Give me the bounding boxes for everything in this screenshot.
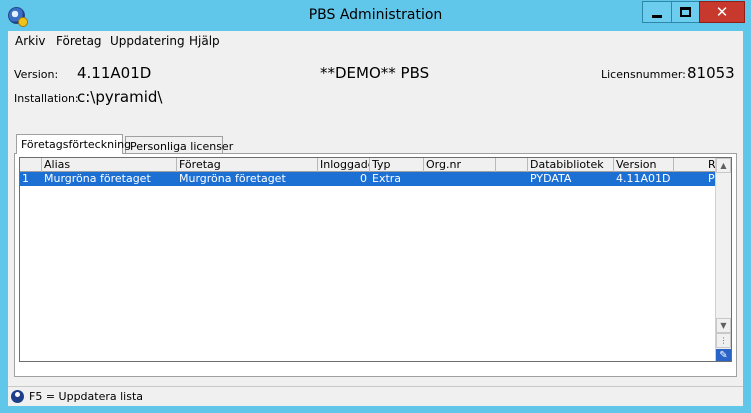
minimize-icon <box>652 14 662 18</box>
installation-label: Installation: <box>14 92 79 105</box>
maximize-icon <box>680 7 691 17</box>
installation-value: c:\pyramid\ <box>77 88 163 106</box>
company-grid: Alias Företag Inloggade Typ Org.nr Datab… <box>19 157 732 362</box>
tab-panel: Alias Företag Inloggade Typ Org.nr Datab… <box>14 153 737 377</box>
row-foretag: Murgröna företaget <box>179 172 286 185</box>
app-window: PBS Administration ✕ Arkiv Företag Uppda… <box>0 0 751 413</box>
column-header-foretag[interactable]: Företag <box>177 158 318 172</box>
row-version: 4.11A01D <box>616 172 671 185</box>
row-blank <box>496 172 528 186</box>
grid-header: Alias Företag Inloggade Typ Org.nr Datab… <box>20 158 731 172</box>
close-icon: ✕ <box>715 2 729 21</box>
column-header-typ[interactable]: Typ <box>370 158 424 172</box>
table-row[interactable]: 1 Murgröna företaget Murgröna företaget … <box>20 172 717 186</box>
tab-foretagsforteckning[interactable]: Företagsförteckning <box>16 134 131 154</box>
column-header-databibliotek[interactable]: Databibliotek <box>528 158 614 172</box>
menu-uppdatering[interactable]: Uppdatering <box>110 34 185 48</box>
row-alias: Murgröna företaget <box>44 172 151 185</box>
version-label: Version: <box>14 68 59 81</box>
status-text: F5 = Uppdatera lista <box>29 390 144 403</box>
user-icon <box>11 390 24 403</box>
row-databibliotek: PYDATA <box>530 172 572 185</box>
tab-label: Företagsförteckning <box>21 138 132 151</box>
scroll-down-button[interactable]: ▼ <box>716 318 731 333</box>
row-inloggade: 0 <box>360 172 367 185</box>
column-header-index[interactable] <box>20 158 42 172</box>
minimize-button[interactable] <box>642 1 671 23</box>
window-title: PBS Administration <box>308 7 443 23</box>
close-button[interactable]: ✕ <box>699 1 745 23</box>
maximize-button[interactable] <box>671 1 699 23</box>
resize-grip[interactable]: ⋮ <box>716 333 731 348</box>
demo-label: **DEMO** PBS <box>320 64 430 82</box>
scroll-up-button[interactable]: ▲ <box>716 158 731 173</box>
title-bar[interactable]: PBS Administration ✕ <box>0 0 751 31</box>
tab-label: Personliga licenser <box>130 140 234 153</box>
status-bar: F5 = Uppdatera lista <box>8 386 743 406</box>
client-area: Arkiv Företag Uppdatering Hjälp Version:… <box>8 31 743 406</box>
menu-hjalp[interactable]: Hjälp <box>189 34 220 48</box>
wrench-icon[interactable]: ✎ <box>716 349 731 361</box>
column-header-orgnr[interactable]: Org.nr <box>424 158 496 172</box>
menu-arkiv[interactable]: Arkiv <box>15 34 46 48</box>
main-content: Version: 4.11A01D **DEMO** PBS Licensnum… <box>8 51 743 386</box>
row-typ: Extra <box>372 172 402 185</box>
column-header-version[interactable]: Version <box>614 158 674 172</box>
column-header-inloggade[interactable]: Inloggade <box>318 158 370 172</box>
license-value: 81053 <box>687 64 735 82</box>
row-orgnr <box>424 172 496 186</box>
column-header-blank[interactable] <box>496 158 528 172</box>
vertical-scrollbar[interactable]: ▲ ▼ ⋮ ✎ <box>715 158 731 361</box>
menu-bar: Arkiv Företag Uppdatering Hjälp <box>8 31 743 50</box>
menu-foretag[interactable]: Företag <box>56 34 102 48</box>
license-label: Licensnummer: <box>601 68 686 81</box>
row-index: 1 <box>22 172 29 185</box>
version-value: 4.11A01D <box>77 64 152 82</box>
column-header-alias[interactable]: Alias <box>42 158 177 172</box>
